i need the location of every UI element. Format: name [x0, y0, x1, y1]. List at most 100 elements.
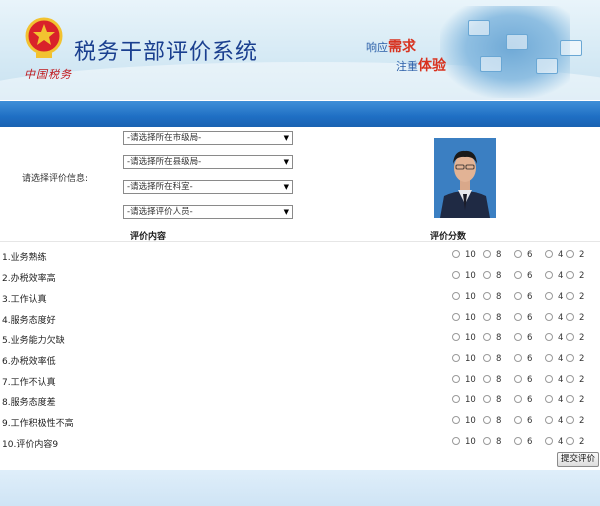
score-option-label: 4 [558, 271, 564, 281]
score-radio[interactable] [514, 313, 522, 321]
score-radio[interactable] [566, 375, 574, 383]
score-option-label: 10 [465, 292, 476, 302]
edit-icon [480, 56, 502, 72]
table-row: 1.业务熟练 10 8 6 4 2 [0, 247, 600, 263]
slogan-line-2: 注重体验 [396, 58, 446, 74]
score-option-label: 4 [558, 292, 564, 302]
nav-bar [0, 101, 600, 127]
score-option-label: 10 [465, 333, 476, 343]
submit-evaluation-button[interactable]: 提交评价 [557, 452, 599, 467]
header-banner: 中国税务 税务干部评价系统 响应需求 注重体验 [0, 0, 600, 100]
score-option-label: 10 [465, 250, 476, 260]
table-row: 6.办税效率低 10 8 6 4 2 [0, 351, 600, 367]
score-radio[interactable] [545, 250, 553, 258]
score-radio[interactable] [452, 416, 460, 424]
score-option-label: 2 [579, 395, 585, 405]
score-option-label: 6 [527, 292, 533, 302]
score-radio[interactable] [483, 395, 491, 403]
score-radio[interactable] [514, 354, 522, 362]
score-radio[interactable] [483, 333, 491, 341]
score-option-label: 6 [527, 250, 533, 260]
score-radio[interactable] [566, 271, 574, 279]
score-radio[interactable] [545, 437, 553, 445]
score-radio[interactable] [514, 333, 522, 341]
score-option-label: 4 [558, 416, 564, 426]
score-option-label: 10 [465, 313, 476, 323]
score-radio[interactable] [545, 395, 553, 403]
score-option-label: 2 [579, 354, 585, 364]
score-radio[interactable] [566, 416, 574, 424]
chevron-down-icon: ▼ [283, 134, 289, 142]
score-radio[interactable] [566, 395, 574, 403]
table-row: 3.工作认真 10 8 6 4 2 [0, 289, 600, 305]
score-radio[interactable] [566, 333, 574, 341]
score-radio[interactable] [452, 375, 460, 383]
city-bureau-select[interactable]: -请选择所在市级局- ▼ [123, 131, 293, 145]
score-radio[interactable] [566, 292, 574, 300]
score-option-label: 6 [527, 395, 533, 405]
score-radio[interactable] [483, 375, 491, 383]
footer-bar [0, 470, 600, 506]
score-option-label: 4 [558, 354, 564, 364]
score-radio[interactable] [514, 250, 522, 258]
score-radio[interactable] [452, 354, 460, 362]
score-radio[interactable] [566, 313, 574, 321]
score-radio[interactable] [483, 271, 491, 279]
score-radio[interactable] [545, 292, 553, 300]
score-radio[interactable] [566, 354, 574, 362]
score-radio[interactable] [452, 271, 460, 279]
score-radio[interactable] [452, 292, 460, 300]
score-radio[interactable] [452, 313, 460, 321]
screen-icon [560, 40, 582, 56]
score-option-label: 10 [465, 395, 476, 405]
score-option-label: 2 [579, 375, 585, 385]
table-row: 8.服务态度差 10 8 6 4 2 [0, 392, 600, 408]
score-radio[interactable] [514, 375, 522, 383]
score-radio[interactable] [545, 313, 553, 321]
score-option-label: 4 [558, 375, 564, 385]
department-select[interactable]: -请选择所在科室- ▼ [123, 180, 293, 194]
staff-select[interactable]: -请选择评价人员- ▼ [123, 205, 293, 219]
score-radio[interactable] [514, 416, 522, 424]
evaluation-item-label: 4.服务态度好 [2, 316, 56, 326]
score-radio[interactable] [545, 333, 553, 341]
chevron-down-icon: ▼ [283, 183, 289, 191]
score-radio[interactable] [566, 250, 574, 258]
score-option-label: 6 [527, 354, 533, 364]
score-radio[interactable] [483, 354, 491, 362]
score-radio[interactable] [452, 333, 460, 341]
score-radio[interactable] [452, 250, 460, 258]
chevron-down-icon: ▼ [283, 208, 289, 216]
table-row: 5.业务能力欠缺 10 8 6 4 2 [0, 330, 600, 346]
map-graphic [440, 6, 570, 98]
score-radio[interactable] [514, 292, 522, 300]
score-radio[interactable] [452, 395, 460, 403]
user-icon [506, 34, 528, 50]
slogan-line-1: 响应需求 [366, 39, 416, 55]
score-option-label: 2 [579, 292, 585, 302]
score-radio[interactable] [545, 354, 553, 362]
score-radio[interactable] [545, 271, 553, 279]
score-radio[interactable] [514, 395, 522, 403]
evaluation-item-label: 9.工作积极性不高 [2, 419, 74, 429]
score-radio[interactable] [514, 437, 522, 445]
table-row: 7.工作不认真 10 8 6 4 2 [0, 372, 600, 388]
score-option-label: 4 [558, 250, 564, 260]
table-row: 10.评价内容9 10 8 6 4 2 [0, 434, 600, 450]
score-radio[interactable] [483, 250, 491, 258]
score-radio[interactable] [514, 271, 522, 279]
tax-emblem-icon [25, 17, 63, 58]
table-row: 9.工作积极性不高 10 8 6 4 2 [0, 413, 600, 429]
score-radio[interactable] [545, 375, 553, 383]
score-option-label: 6 [527, 271, 533, 281]
score-radio[interactable] [452, 437, 460, 445]
score-radio[interactable] [566, 437, 574, 445]
score-radio[interactable] [483, 313, 491, 321]
score-radio[interactable] [483, 292, 491, 300]
score-option-label: 8 [496, 271, 502, 281]
county-bureau-select[interactable]: -请选择所在县级局- ▼ [123, 155, 293, 169]
evaluation-item-label: 2.办税效率高 [2, 274, 56, 284]
score-radio[interactable] [483, 416, 491, 424]
score-radio[interactable] [545, 416, 553, 424]
score-radio[interactable] [483, 437, 491, 445]
